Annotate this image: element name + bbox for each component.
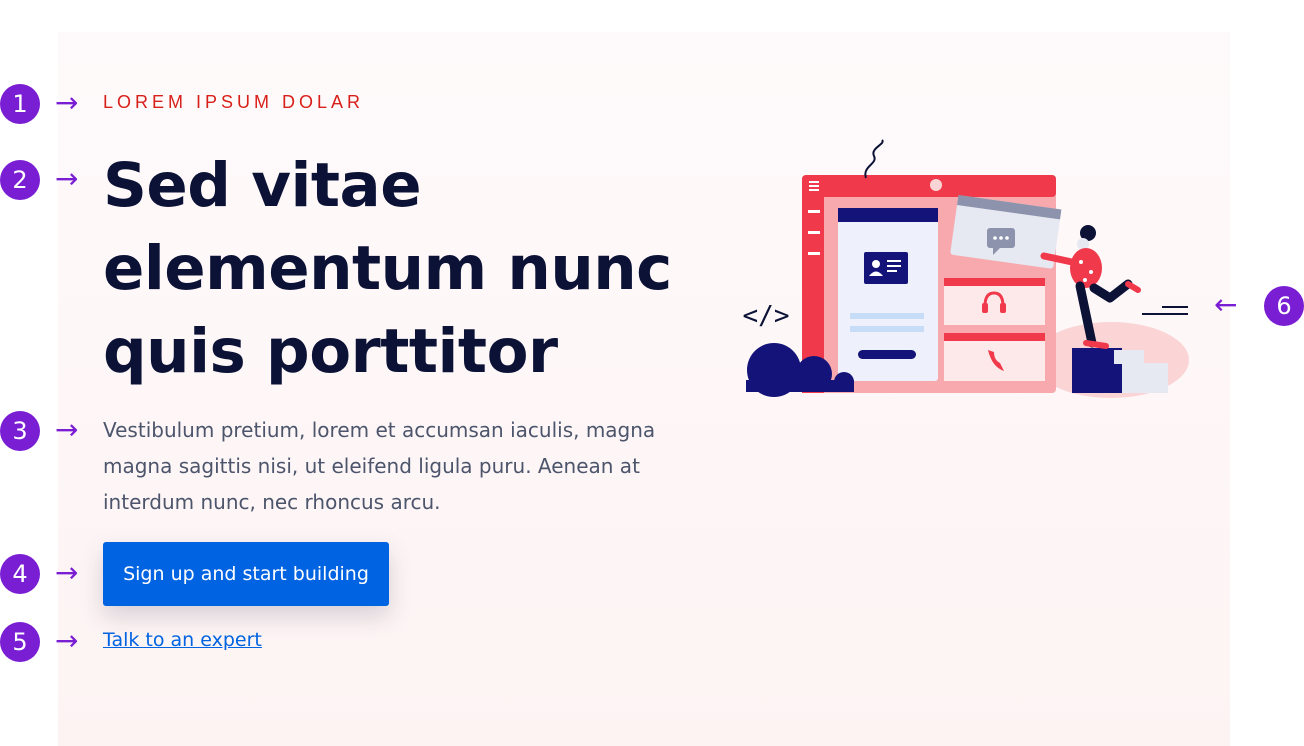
annotation-marker-1: 1 [0,84,40,124]
annotation-marker-2: 2 [0,160,40,200]
annotation-arrow-6: ← [1214,288,1238,321]
eyebrow-text: LOREM IPSUM DOLAR [103,92,365,112]
menu-icon [809,181,819,191]
annotation-arrow-4: → [55,556,79,589]
annotation-arrow-1: → [55,86,79,119]
annotation-marker-6: 6 [1264,286,1304,326]
code-brackets-icon: </> [743,301,790,331]
signup-button[interactable]: Sign up and start building [103,542,389,606]
annotation-marker-5: 5 [0,622,40,662]
hero-headline: Sed vitae elementum nunc quis porttitor [103,150,672,387]
support-card [944,278,1045,325]
talk-to-expert-link[interactable]: Talk to an expert [103,629,262,651]
annotation-arrow-2: → [55,162,79,195]
hero-description: Vestibulum pretium, lorem et accumsan ia… [103,418,656,514]
hero-illustration: </> [743,139,1189,398]
annotation-arrow-3: → [55,413,79,446]
annotation-arrow-5: → [55,624,79,657]
motion-lines [1142,306,1188,315]
annotation-marker-3: 3 [0,411,40,451]
profile-card [838,208,938,381]
cable-squiggle [864,139,884,179]
annotation-marker-4: 4 [0,554,40,594]
